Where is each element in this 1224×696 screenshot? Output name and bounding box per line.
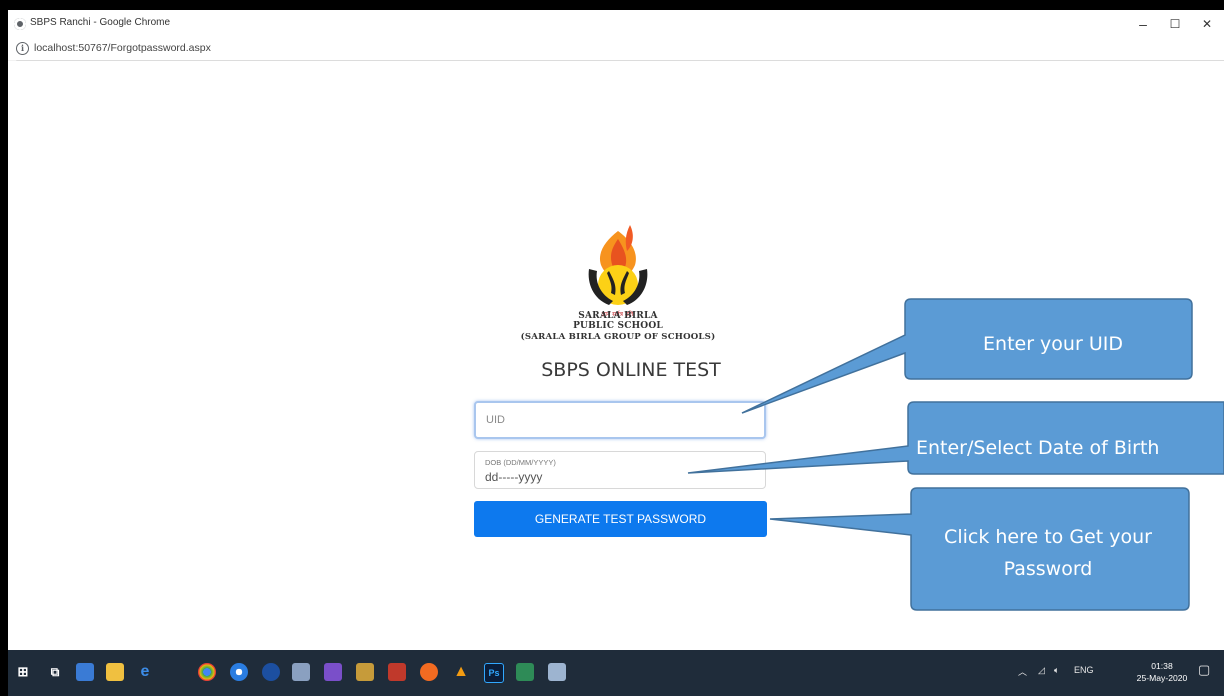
wifi-icon[interactable]: ◿ bbox=[1038, 665, 1045, 676]
paint-icon[interactable] bbox=[548, 663, 566, 681]
app-icon[interactable] bbox=[76, 663, 94, 681]
url-text[interactable]: localhost:50767/Forgotpassword.aspx bbox=[34, 42, 211, 54]
browser-window: SBPS Ranchi - Google Chrome – ☐ ✕ i loca… bbox=[8, 10, 1224, 696]
vlc-icon[interactable]: ▲ bbox=[452, 663, 470, 681]
chrome-icon bbox=[14, 18, 26, 30]
taskbar: ⊞ ⧉ e ▲ Ps ︿ ◿ 🔈︎ ENG 01:38 25-May-2020 … bbox=[8, 650, 1224, 696]
volume-icon[interactable]: 🔈︎ bbox=[1054, 665, 1059, 676]
page-content: ज्ञानं सर्वत्र गतिः SARALA BIRLA PUBLIC … bbox=[8, 61, 1224, 650]
edge-icon[interactable]: e bbox=[136, 663, 154, 681]
callout-uid bbox=[741, 298, 1193, 414]
minimize-button[interactable]: – bbox=[1128, 14, 1158, 34]
window-title: SBPS Ranchi - Google Chrome bbox=[30, 17, 171, 28]
maximize-button[interactable]: ☐ bbox=[1160, 14, 1190, 34]
clock-date: 25-May-2020 bbox=[1136, 673, 1188, 683]
language-indicator[interactable]: ENG bbox=[1074, 665, 1094, 675]
app-icon[interactable] bbox=[388, 663, 406, 681]
callout-password-text: Click here to Get your Password bbox=[944, 526, 1152, 580]
task-view-icon[interactable]: ⧉ bbox=[46, 663, 64, 681]
chevron-up-icon[interactable]: ︿ bbox=[1018, 665, 1027, 678]
app-icon[interactable] bbox=[292, 663, 310, 681]
notification-icon[interactable]: ▢ bbox=[1198, 662, 1210, 678]
start-icon[interactable]: ⊞ bbox=[14, 663, 32, 681]
clock-time: 01:38 bbox=[1151, 661, 1173, 671]
close-button[interactable]: ✕ bbox=[1192, 14, 1222, 34]
callout-uid-text: Enter your UID bbox=[983, 333, 1123, 355]
title-bar: SBPS Ranchi - Google Chrome – ☐ ✕ bbox=[8, 10, 1224, 38]
app-icon[interactable] bbox=[420, 663, 438, 681]
app-icon[interactable] bbox=[262, 663, 280, 681]
visual-studio-icon[interactable] bbox=[324, 663, 342, 681]
info-icon[interactable]: i bbox=[16, 42, 29, 55]
chrome-icon[interactable] bbox=[230, 663, 248, 681]
clock[interactable]: 01:38 25-May-2020 bbox=[1132, 660, 1192, 684]
file-explorer-icon[interactable] bbox=[106, 663, 124, 681]
app-icon[interactable] bbox=[516, 663, 534, 681]
callout-dob-text: Enter/Select Date of Birth bbox=[916, 437, 1160, 459]
tools-icon[interactable] bbox=[356, 663, 374, 681]
address-bar[interactable]: i localhost:50767/Forgotpassword.aspx bbox=[8, 38, 1224, 61]
chrome-icon[interactable] bbox=[198, 663, 216, 681]
photoshop-icon[interactable]: Ps bbox=[484, 663, 504, 683]
